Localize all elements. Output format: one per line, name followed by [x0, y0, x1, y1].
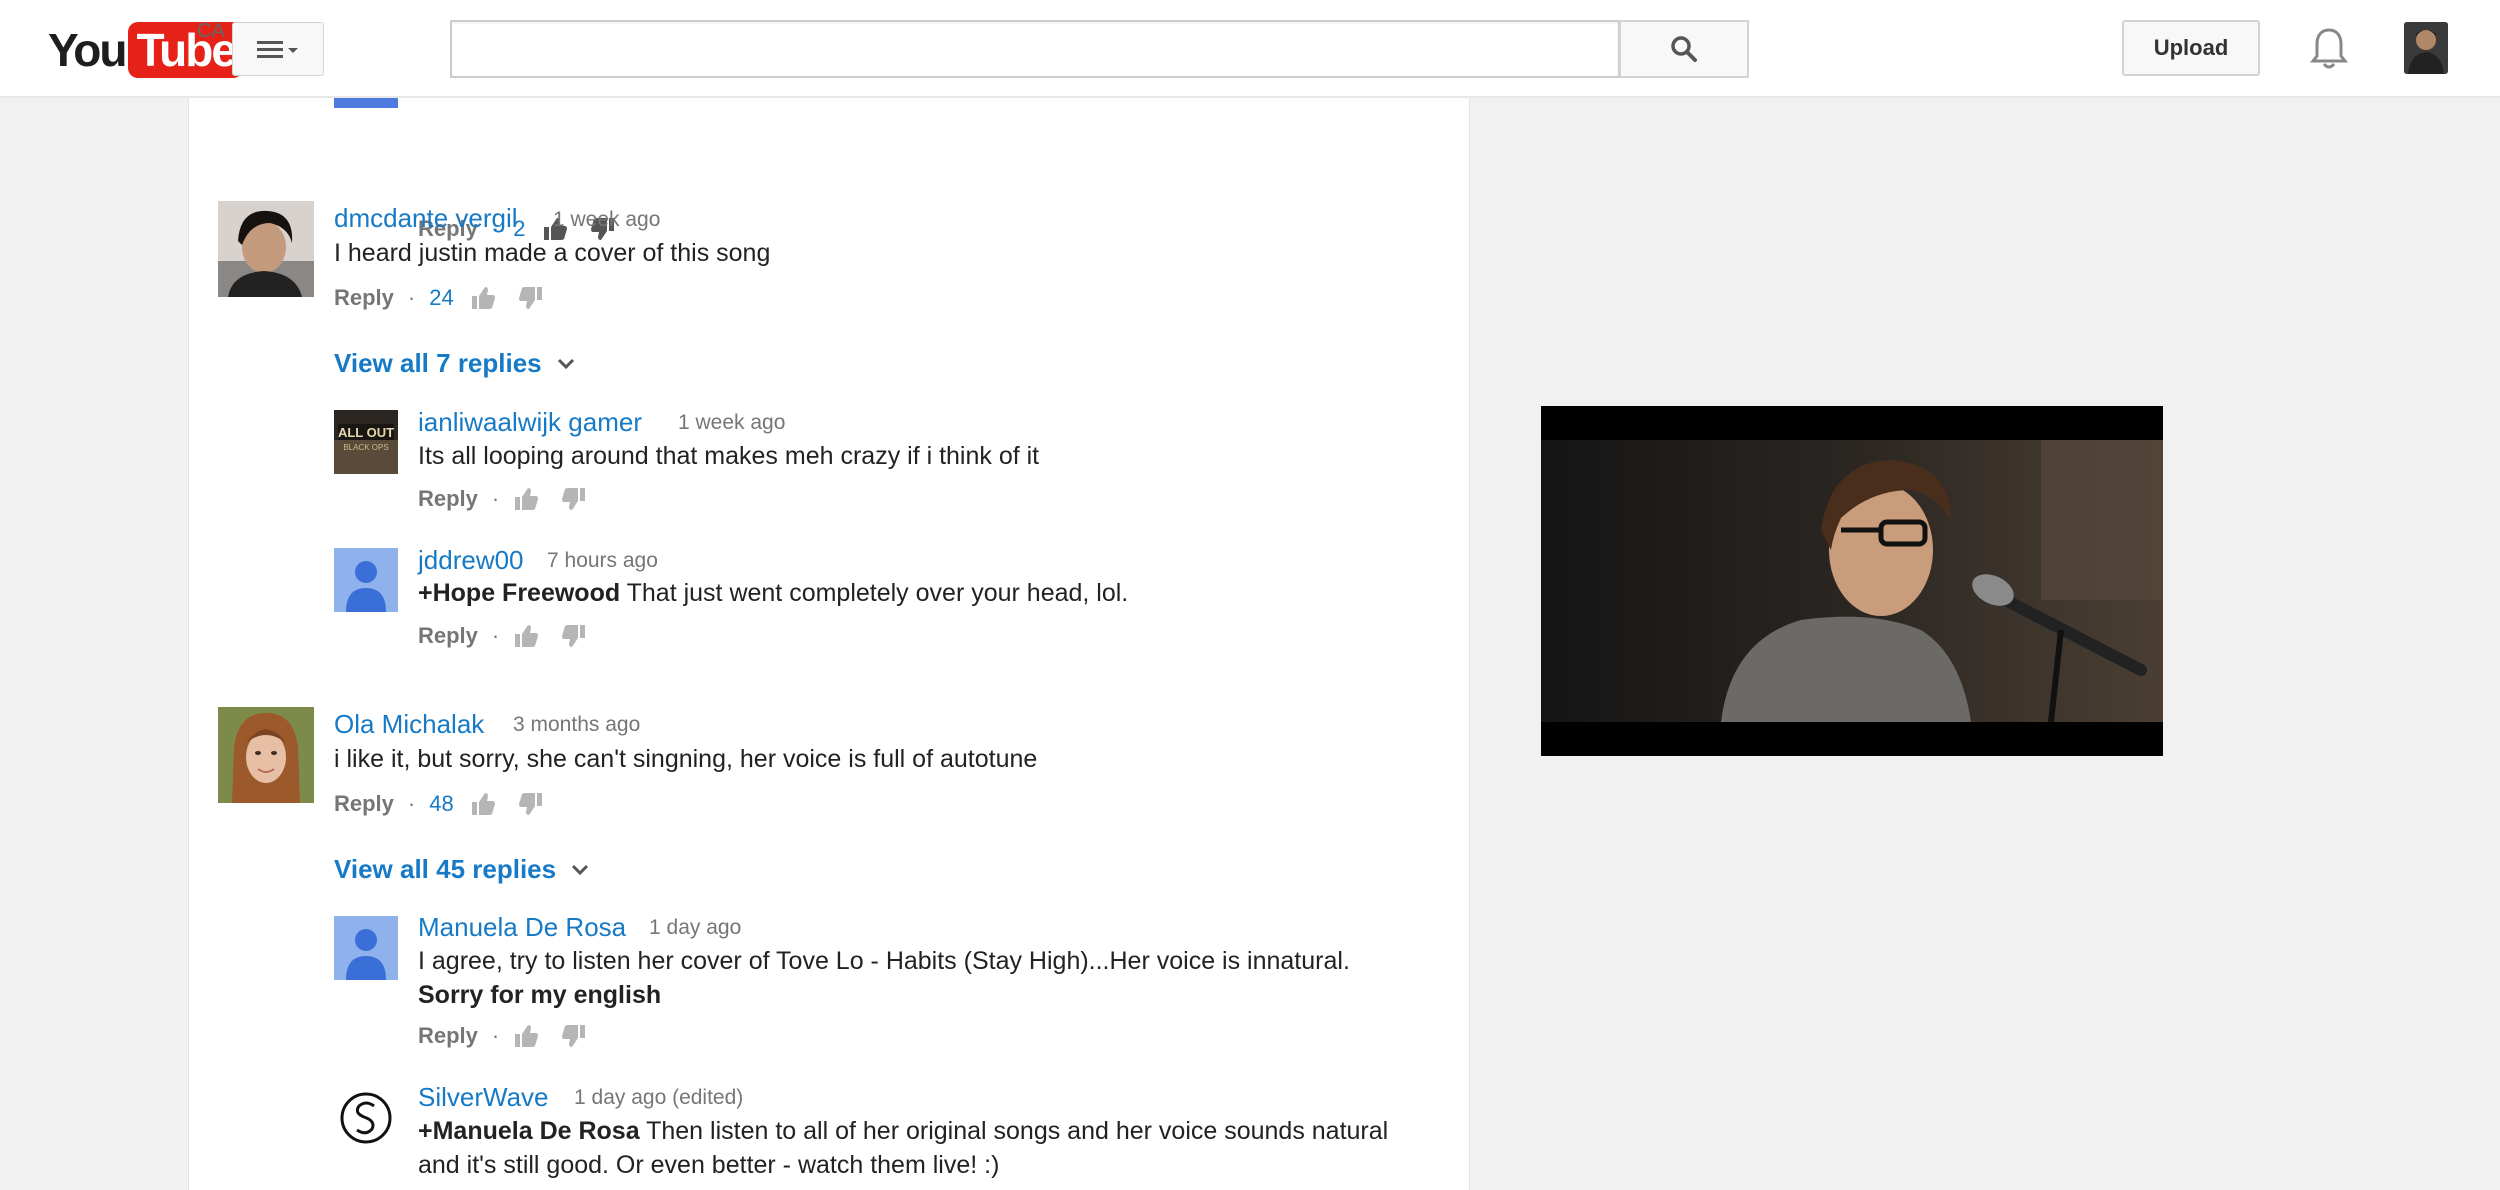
reply-avatar[interactable]	[334, 1086, 398, 1150]
thumbs-down-icon[interactable]	[561, 486, 587, 512]
silverwave-logo-icon	[334, 1086, 398, 1150]
reply-timestamp[interactable]: 7 hours ago	[547, 549, 658, 573]
reply-text: +Manuela De Rosa Then listen to all of h…	[418, 1114, 1388, 1148]
like-count: 24	[429, 285, 454, 310]
view-replies-label: View all 45 replies	[334, 854, 557, 884]
thumbs-down-icon[interactable]	[561, 623, 587, 649]
reply-author[interactable]: SilverWave	[418, 1082, 549, 1113]
video-player-thumbnail[interactable]	[1541, 406, 2163, 756]
comment-text: I heard justin made a cover of this song	[334, 239, 771, 267]
logo-tube-text: Tube	[128, 22, 243, 78]
like-count: 48	[429, 791, 454, 816]
comment-timestamp[interactable]: 1 week ago	[553, 208, 660, 232]
comment-actions: Reply · 48	[334, 789, 566, 819]
reply-actions: Reply ·	[418, 484, 609, 514]
comment-actions: Reply · 24	[334, 283, 566, 313]
reply-timestamp[interactable]: 1 day ago	[649, 916, 741, 940]
thumbs-up-icon[interactable]	[470, 791, 496, 817]
video-frame	[1541, 440, 2163, 722]
separator-dot: ·	[407, 285, 416, 310]
svg-text:ALL OUT: ALL OUT	[338, 425, 394, 440]
search-icon	[1671, 36, 1697, 62]
comment-avatar[interactable]	[218, 707, 314, 803]
chevron-down-icon	[572, 864, 589, 875]
guide-menu-button[interactable]	[232, 22, 324, 76]
reply-text-line2: and it's still good. Or even better - wa…	[418, 1151, 1000, 1179]
search-button[interactable]	[1619, 20, 1749, 78]
chevron-down-icon	[557, 358, 574, 369]
reply-author[interactable]: Manuela De Rosa	[418, 912, 626, 943]
reply-button[interactable]: Reply	[334, 791, 394, 817]
reply-text-body: That just went completely over your head…	[620, 579, 1129, 607]
logo-you-text: You	[48, 24, 127, 76]
comment-timestamp[interactable]: 3 months ago	[513, 713, 640, 737]
reply-author[interactable]: ianliwaalwijk gamer	[418, 407, 642, 438]
svg-text:BLACK OPS: BLACK OPS	[343, 443, 388, 452]
thumbs-down-icon[interactable]	[518, 791, 544, 817]
reply-text-body: Then listen to all of her original songs…	[639, 1117, 1389, 1145]
thumbs-down-icon[interactable]	[561, 1023, 587, 1049]
user-mention[interactable]: +Hope Freewood	[418, 579, 620, 607]
upload-button[interactable]: Upload	[2122, 20, 2260, 76]
separator-dot: ·	[491, 623, 500, 648]
reply-author[interactable]: jddrew00	[418, 545, 524, 576]
reply-actions: Reply ·	[418, 621, 609, 651]
view-replies-link[interactable]: View all 45 replies	[334, 854, 590, 885]
reply-timestamp[interactable]: 1 week ago	[678, 411, 785, 435]
reply-avatar[interactable]	[334, 548, 398, 612]
comment-text: i like it, but sorry, she can't singning…	[334, 745, 1038, 773]
video-still-image	[1541, 440, 2163, 722]
reply-button[interactable]: Reply	[418, 623, 478, 649]
masthead: You Tube CA Upload	[0, 0, 2500, 98]
thumbs-down-icon[interactable]	[518, 285, 544, 311]
reply-text: +Hope Freewood That just went completely…	[418, 576, 1128, 610]
comment-author[interactable]: Ola Michalak	[334, 709, 484, 740]
notifications-bell-icon[interactable]	[2309, 26, 2349, 77]
view-replies-link[interactable]: View all 7 replies	[334, 348, 576, 379]
reply-actions: Reply ·	[418, 1021, 609, 1051]
comment-author[interactable]: dmcdante vergil	[334, 203, 518, 234]
logo-region-code: CA	[197, 20, 225, 42]
separator-dot: ·	[407, 791, 416, 816]
reply-avatar[interactable]	[334, 916, 398, 980]
menu-icon	[257, 41, 298, 58]
reply-text: I agree, try to listen her cover of Tove…	[418, 947, 1350, 975]
user-avatar[interactable]	[2404, 22, 2448, 74]
comment-avatar[interactable]	[218, 201, 314, 297]
reply-button[interactable]: Reply	[418, 486, 478, 512]
reply-text: Its all looping around that makes meh cr…	[418, 442, 1040, 470]
separator-dot: ·	[491, 486, 500, 511]
thumbs-up-icon[interactable]	[513, 1023, 539, 1049]
thumbs-up-icon[interactable]	[513, 623, 539, 649]
default-user-icon	[334, 916, 398, 980]
reply-button[interactable]: Reply	[418, 1023, 478, 1049]
reply-avatar[interactable]: ALL OUT BLACK OPS	[334, 410, 398, 474]
separator-dot: ·	[491, 1023, 500, 1048]
view-replies-label: View all 7 replies	[334, 348, 542, 378]
reply-text-bold: Sorry for my english	[418, 981, 662, 1009]
comment-avatar[interactable]	[334, 98, 398, 108]
reply-button[interactable]: Reply	[334, 285, 394, 311]
thumbs-up-icon[interactable]	[513, 486, 539, 512]
default-user-icon	[334, 548, 398, 612]
user-mention[interactable]: +Manuela De Rosa	[418, 1117, 640, 1145]
comments-section: Reply · 2 dmcdante vergil 1 week ago I h…	[188, 98, 1470, 1190]
search-input[interactable]	[450, 20, 1620, 78]
thumbs-up-icon[interactable]	[470, 285, 496, 311]
reply-timestamp[interactable]: 1 day ago (edited)	[574, 1086, 743, 1110]
